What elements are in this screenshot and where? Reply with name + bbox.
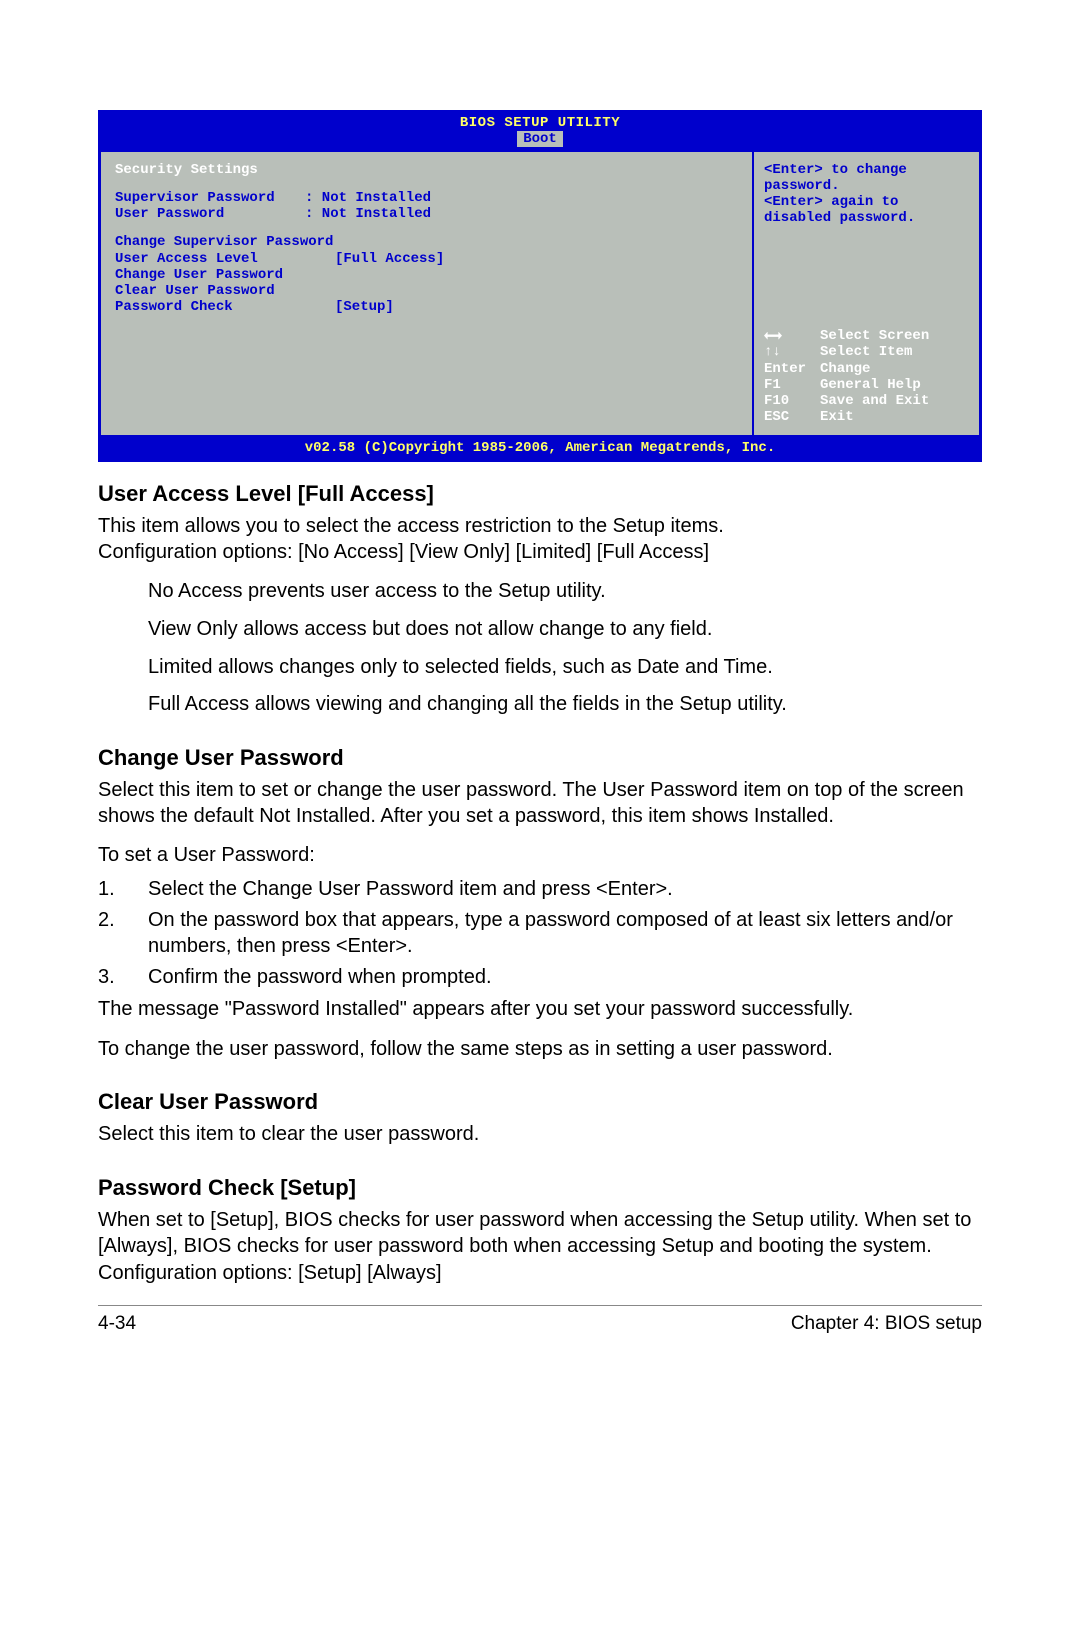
paragraph: To set a User Password: [98,843,982,869]
heading-change-user-password: Change User Password [98,744,982,772]
bios-main-panel: Security Settings Supervisor Password: N… [101,152,754,435]
help-key-row: F10Save and Exit [764,393,969,409]
list-item: 2.On the password box that appears, type… [98,908,982,959]
page-footer: 4-34 Chapter 4: BIOS setup [98,1305,982,1336]
status-row: User Password: Not Installed [115,206,740,222]
chapter-label: Chapter 4: BIOS setup [791,1312,982,1336]
tab-boot[interactable]: Boot [517,131,563,147]
page-number: 4-34 [98,1312,136,1336]
help-key-row: ↑↓Select Item [764,344,969,360]
paragraph: Limited allows changes only to selected … [148,655,982,681]
menu-item-change-supervisor-password[interactable]: Change Supervisor Password [115,234,740,250]
list-item: 1.Select the Change User Password item a… [98,877,982,903]
paragraph: View Only allows access but does not all… [148,617,982,643]
bios-title: BIOS SETUP UTILITY [101,113,979,131]
bios-help-panel: <Enter> to change password. <Enter> agai… [754,152,979,435]
help-key-row: ESCExit [764,409,969,425]
help-text: disabled password. [764,210,969,226]
heading-password-check: Password Check [Setup] [98,1174,982,1202]
bios-copyright: v02.58 (C)Copyright 1985-2006, American … [101,437,979,459]
menu-item-password-check[interactable]: Password Check[Setup] [115,299,740,315]
help-key-row: EnterChange [764,361,969,377]
paragraph: Configuration options: [Setup] [Always] [98,1261,982,1287]
menu-item-clear-user-password[interactable]: Clear User Password [115,283,740,299]
paragraph: Select this item to clear the user passw… [98,1122,982,1148]
document-body: User Access Level [Full Access] This ite… [98,480,982,1336]
help-text: password. [764,178,969,194]
heading-user-access-level: User Access Level [Full Access] [98,480,982,508]
paragraph: No Access prevents user access to the Se… [148,579,982,605]
paragraph: The message "Password Installed" appears… [98,997,982,1023]
paragraph: To change the user password, follow the … [98,1037,982,1063]
bios-tab-bar: Boot [101,131,979,150]
paragraph: Select this item to set or change the us… [98,778,982,829]
help-text: <Enter> to change [764,162,969,178]
status-row: Supervisor Password: Not Installed [115,190,740,206]
heading-clear-user-password: Clear User Password [98,1088,982,1116]
ordered-list: 1.Select the Change User Password item a… [98,877,982,991]
list-item: 3.Confirm the password when prompted. [98,965,982,991]
help-text: <Enter> again to [764,194,969,210]
menu-item-user-access-level[interactable]: User Access Level[Full Access] [115,251,740,267]
section-header: Security Settings [115,162,740,178]
arrows-lr-icon [764,332,782,340]
paragraph: When set to [Setup], BIOS checks for use… [98,1208,982,1259]
help-key-row: Select Screen [764,328,969,344]
menu-item-change-user-password[interactable]: Change User Password [115,267,740,283]
paragraph: This item allows you to select the acces… [98,514,982,565]
bios-screenshot: BIOS SETUP UTILITY Boot Security Setting… [98,110,982,462]
help-key-row: F1General Help [764,377,969,393]
paragraph: Full Access allows viewing and changing … [148,692,982,718]
